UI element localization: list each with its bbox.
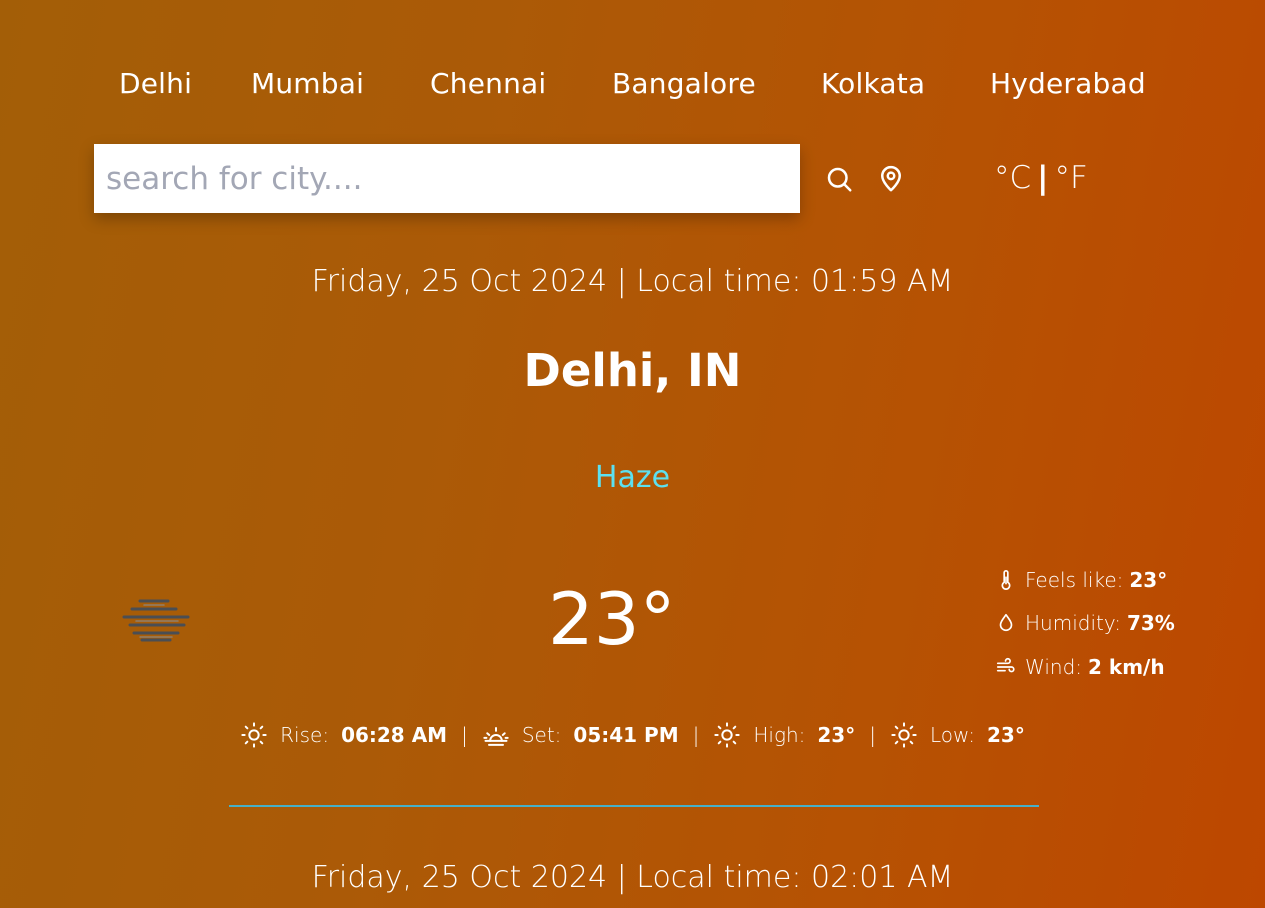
sunrise-icon <box>241 722 267 748</box>
sunrise-value: 06:28 AM <box>341 723 448 747</box>
search-input[interactable] <box>94 144 800 213</box>
wind-row: Wind: 2 km/h <box>995 645 1195 689</box>
city-link-mumbai[interactable]: Mumbai <box>251 62 364 106</box>
feels-like-label: Feels like: <box>1025 567 1124 592</box>
droplet-icon <box>999 614 1013 632</box>
sunset-icon <box>483 727 509 746</box>
low-value: 23° <box>987 723 1025 747</box>
low-label: Low: <box>929 723 975 747</box>
wind-value: 2 km/h <box>1088 654 1165 679</box>
wind-label: Wind: <box>1025 654 1083 679</box>
search-icon[interactable] <box>824 164 854 194</box>
map-pin-icon[interactable] <box>876 164 906 194</box>
unit-separator: | <box>1037 160 1049 196</box>
unit-toggle: °C | °F <box>994 158 1088 198</box>
feels-like-value: 23° <box>1129 567 1168 592</box>
city-link-kolkata[interactable]: Kolkata <box>821 62 925 106</box>
high-value: 23° <box>817 723 856 747</box>
separator: | <box>869 723 876 747</box>
section-divider <box>229 805 1039 807</box>
haze-icon <box>118 596 194 646</box>
sunset-value: 05:41 PM <box>573 723 679 747</box>
thermometer-icon <box>1001 569 1011 590</box>
feels-like-row: Feels like: 23° <box>995 558 1195 602</box>
forecast-datetime: Friday, 25 Oct 2024 | Local time: 02:01 … <box>311 860 954 895</box>
city-link-hyderabad[interactable]: Hyderabad <box>990 62 1146 106</box>
separator: | <box>461 723 468 747</box>
sun-row: Rise: 06:28 AM | Set: 05:41 PM | High: 2… <box>0 716 1265 754</box>
high-label: High: <box>753 723 806 747</box>
search-row: °C|°F <box>94 144 1194 213</box>
separator: | <box>692 723 700 747</box>
humidity-row: Humidity: 73% <box>995 602 1195 646</box>
sunset-label: Set: <box>521 723 562 747</box>
humidity-value: 73% <box>1126 611 1175 636</box>
city-nav: Delhi Mumbai Chennai Bangalore Kolkata H… <box>0 62 1265 106</box>
current-temperature: 23° <box>548 577 676 661</box>
fahrenheit-button[interactable]: °F <box>1054 160 1087 196</box>
city-link-bangalore[interactable]: Bangalore <box>612 62 756 106</box>
sun-icon <box>714 722 741 748</box>
sun-icon <box>891 722 917 748</box>
location-title: Delhi, IN <box>523 344 742 397</box>
celsius-button[interactable]: °C <box>994 160 1031 196</box>
weather-condition: Haze <box>594 460 671 495</box>
current-datetime: Friday, 25 Oct 2024 | Local time: 01:59 … <box>311 264 954 299</box>
humidity-label: Humidity: <box>1025 611 1121 636</box>
sunrise-label: Rise: <box>280 723 330 747</box>
city-link-chennai[interactable]: Chennai <box>430 62 546 106</box>
wind-icon <box>996 657 1015 673</box>
weather-details: Feels like: 23° Humidity: 73% Wind: 2 km… <box>995 558 1195 689</box>
city-link-delhi[interactable]: Delhi <box>119 62 192 106</box>
